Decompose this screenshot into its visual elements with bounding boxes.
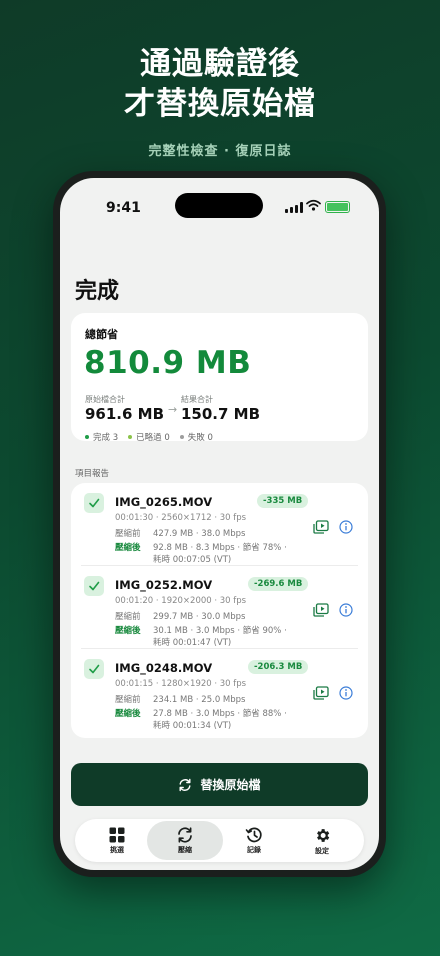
checkmark-icon xyxy=(84,493,104,513)
tab-label: 壓縮 xyxy=(178,846,192,854)
play-preview-icon[interactable] xyxy=(313,603,329,617)
savings-value: 810.9 MB xyxy=(84,345,252,381)
duration-text: 耗時 00:01:34 (VT) xyxy=(153,721,232,731)
tab-label: 設定 xyxy=(315,847,329,855)
section-label: 項目報告 xyxy=(75,469,110,479)
after-row: 壓縮後 92.8 MB · 8.3 Mbps · 節省 78% · xyxy=(115,543,287,553)
hero-title-line-2: 才替換原始檔 xyxy=(124,86,316,122)
before-row: 壓縮前 299.7 MB · 30.0 Mbps xyxy=(115,612,246,622)
duration-text: 耗時 00:07:05 (VT) xyxy=(153,555,232,565)
file-name: IMG_0265.MOV xyxy=(115,495,213,509)
savings-badge: -335 MB xyxy=(257,494,309,508)
wifi-icon xyxy=(306,199,321,211)
checkmark-icon xyxy=(84,659,104,679)
file-meta: 00:01:30 · 2560×1712 · 30 fps xyxy=(115,513,247,523)
page-title: 完成 xyxy=(75,279,120,304)
phone-frame: 9:41 完成 總節省 810.9 MB 原始檔合計 961.6 MB → 結果… xyxy=(53,171,386,877)
sync-icon xyxy=(178,827,192,843)
after-row: 壓縮後 30.1 MB · 3.0 Mbps · 節省 90% · xyxy=(115,626,287,636)
status-legend: 完成 3 已略過 0 失敗 0 xyxy=(85,431,213,443)
savings-card: 總節省 810.9 MB 原始檔合計 961.6 MB → 結果合計 150.7… xyxy=(71,313,368,443)
tab-settings[interactable]: 設定 xyxy=(284,821,360,860)
hero-title-line-1: 通過驗證後 xyxy=(140,46,300,82)
replace-button-label: 替換原始檔 xyxy=(200,778,261,792)
list-item[interactable]: IMG_0265.MOV -335 MB 00:01:30 · 2560×171… xyxy=(71,483,368,566)
savings-badge: -269.6 MB xyxy=(248,577,309,591)
grid-icon xyxy=(109,827,125,843)
hero-subtitle: 完整性檢查 · 復原日誌 xyxy=(148,144,292,159)
before-row: 壓縮前 427.9 MB · 38.0 Mbps xyxy=(115,529,246,539)
file-meta: 00:01:15 · 1280×1920 · 30 fps xyxy=(115,679,247,689)
before-row: 壓縮前 234.1 MB · 25.0 Mbps xyxy=(115,695,246,705)
legend-skipped: 已略過 0 xyxy=(128,431,170,443)
result-total-label: 結果合計 xyxy=(181,395,213,404)
list-item[interactable]: IMG_0248.MOV -206.3 MB 00:01:15 · 1280×1… xyxy=(71,649,368,732)
file-name: IMG_0248.MOV xyxy=(115,661,213,675)
savings-label: 總節省 xyxy=(85,328,118,341)
play-preview-icon[interactable] xyxy=(313,520,329,534)
replace-originals-button[interactable]: 替換原始檔 xyxy=(71,763,368,806)
arrow-right-icon: → xyxy=(168,403,178,416)
signal-icon xyxy=(285,202,303,213)
battery-icon xyxy=(325,201,350,213)
after-row: 壓縮後 27.8 MB · 3.0 Mbps · 節省 88% · xyxy=(115,709,287,719)
file-meta: 00:01:20 · 1920×2000 · 30 fps xyxy=(115,596,247,606)
original-total-value: 961.6 MB xyxy=(85,405,165,423)
history-icon xyxy=(245,827,262,843)
hero: 通過驗證後 才替換原始檔 完整性檢查 · 復原日誌 xyxy=(0,0,440,159)
info-icon[interactable] xyxy=(339,686,353,700)
checkmark-icon xyxy=(84,576,104,596)
refresh-icon xyxy=(179,778,191,791)
info-icon[interactable] xyxy=(339,603,353,617)
result-total-value: 150.7 MB xyxy=(181,405,261,423)
duration-text: 耗時 00:01:47 (VT) xyxy=(153,638,232,648)
gear-icon xyxy=(316,829,329,842)
tab-pick[interactable]: 挑選 xyxy=(79,821,155,860)
legend-failed: 失敗 0 xyxy=(179,431,213,443)
legend-done: 完成 3 xyxy=(85,431,118,443)
play-preview-icon[interactable] xyxy=(313,686,329,700)
app-screen: 9:41 完成 總節省 810.9 MB 原始檔合計 961.6 MB → 結果… xyxy=(60,178,379,870)
original-total-label: 原始檔合計 xyxy=(85,395,125,404)
status-time: 9:41 xyxy=(106,200,141,216)
file-name: IMG_0252.MOV xyxy=(115,578,213,592)
item-report-list: IMG_0265.MOV -335 MB 00:01:30 · 2560×171… xyxy=(71,483,368,738)
savings-badge: -206.3 MB xyxy=(248,660,309,674)
tab-compress[interactable]: 壓縮 xyxy=(147,821,223,860)
status-bar: 9:41 xyxy=(60,178,379,234)
tab-bar: 挑選 壓縮 記錄 設定 xyxy=(75,819,364,862)
tab-history[interactable]: 記錄 xyxy=(216,821,292,860)
tab-label: 記錄 xyxy=(247,846,261,854)
info-icon[interactable] xyxy=(339,520,353,534)
dynamic-island xyxy=(175,193,263,218)
tab-label: 挑選 xyxy=(110,846,124,854)
list-item[interactable]: IMG_0252.MOV -269.6 MB 00:01:20 · 1920×2… xyxy=(71,566,368,649)
